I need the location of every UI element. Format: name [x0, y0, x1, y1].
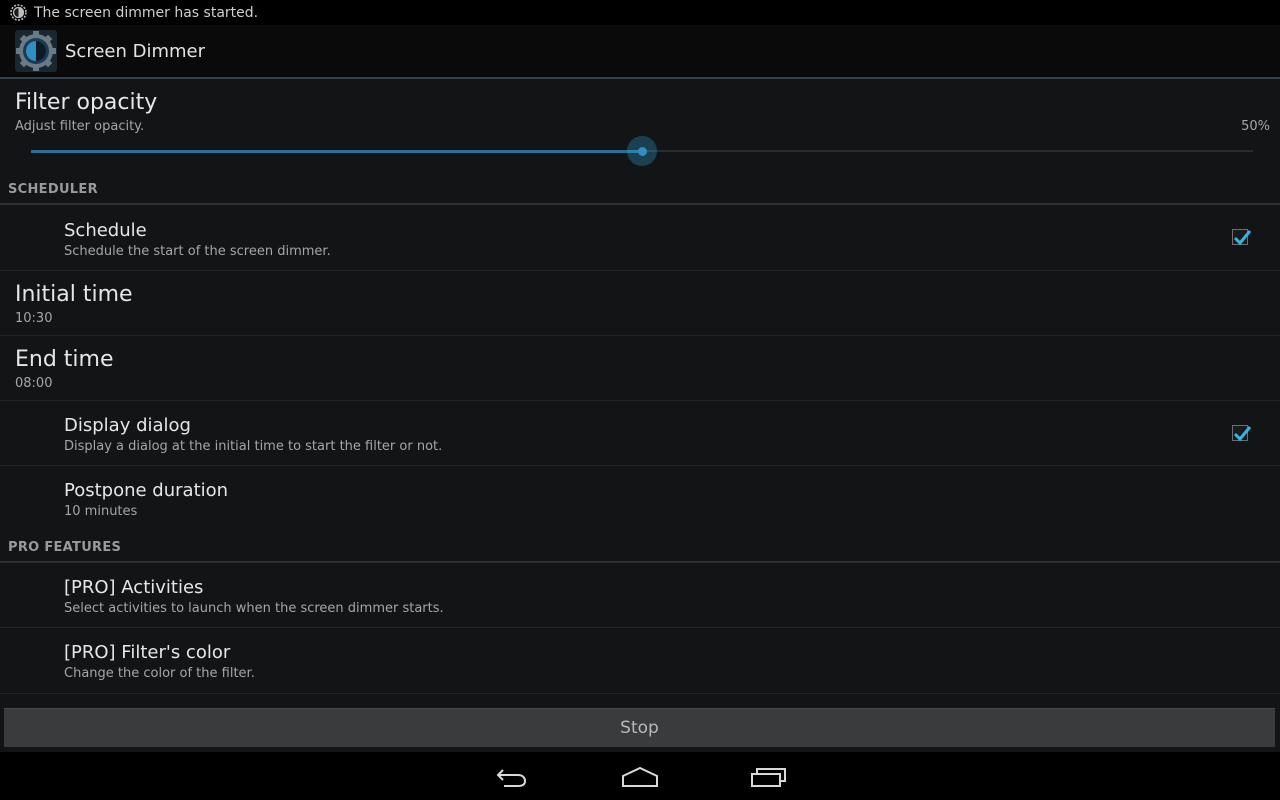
opacity-slider-thumb[interactable] — [627, 136, 657, 166]
pro-filter-color-preference[interactable]: [PRO] Filter's color Change the color of… — [0, 628, 1280, 694]
display-dialog-checkbox[interactable] — [1232, 425, 1252, 442]
action-bar: Screen Dimmer — [0, 25, 1280, 79]
scheduler-category-label: SCHEDULER — [8, 182, 98, 197]
stop-button-area: Stop — [0, 700, 1280, 752]
status-bar: The screen dimmer has started. — [0, 0, 1280, 25]
pro-filter-color-title: [PRO] Filter's color — [64, 642, 231, 663]
navigation-bar — [0, 752, 1280, 800]
postpone-duration-preference[interactable]: Postpone duration 10 minutes — [0, 466, 1280, 531]
pro-activities-summary: Select activities to launch when the scr… — [64, 601, 444, 616]
screen-dimmer-app-icon[interactable] — [15, 30, 57, 72]
scheduler-category-header: SCHEDULER — [0, 175, 1280, 205]
check-icon — [1233, 426, 1252, 442]
screen-dimmer-status-icon — [10, 4, 27, 21]
pro-activities-preference[interactable]: [PRO] Activities Select activities to la… — [0, 563, 1280, 628]
schedule-preference[interactable]: Schedule Schedule the start of the scree… — [0, 205, 1280, 271]
preferences-list: Filter opacity Adjust filter opacity. 50… — [0, 80, 1280, 700]
display-dialog-preference[interactable]: Display dialog Display a dialog at the i… — [0, 401, 1280, 466]
schedule-title: Schedule — [64, 220, 147, 241]
stop-button[interactable]: Stop — [4, 708, 1275, 747]
opacity-slider-thumb-core — [637, 146, 647, 156]
pro-activities-title: [PRO] Activities — [64, 577, 204, 598]
initial-time-title: Initial time — [15, 282, 133, 307]
filter-opacity-preference: Filter opacity Adjust filter opacity. 50… — [0, 80, 1280, 175]
pro-features-category-header: PRO FEATURES — [0, 531, 1280, 563]
display-dialog-summary: Display a dialog at the initial time to … — [64, 439, 443, 454]
screen: The screen dimmer has started. Screen Di… — [0, 0, 1280, 800]
app-title: Screen Dimmer — [65, 40, 206, 62]
opacity-slider-fill — [31, 149, 642, 153]
opacity-slider[interactable] — [31, 136, 1253, 166]
end-time-title: End time — [15, 347, 114, 372]
display-dialog-title: Display dialog — [64, 415, 191, 436]
filter-opacity-value: 50% — [1241, 119, 1270, 134]
initial-time-preference[interactable]: Initial time 10:30 — [0, 271, 1280, 336]
schedule-checkbox[interactable] — [1232, 229, 1252, 246]
filter-opacity-title: Filter opacity — [15, 90, 158, 115]
recents-icon[interactable] — [747, 760, 791, 794]
pro-features-category-label: PRO FEATURES — [8, 540, 122, 555]
home-icon[interactable] — [618, 760, 662, 794]
schedule-summary: Schedule the start of the screen dimmer. — [64, 244, 331, 259]
check-icon — [1233, 230, 1252, 246]
end-time-preference[interactable]: End time 08:00 — [0, 336, 1280, 401]
postpone-duration-title: Postpone duration — [64, 480, 229, 501]
initial-time-value: 10:30 — [15, 311, 53, 326]
back-icon[interactable] — [490, 760, 534, 794]
end-time-value: 08:00 — [15, 376, 53, 391]
filter-opacity-summary: Adjust filter opacity. — [15, 119, 145, 134]
pro-filter-color-summary: Change the color of the filter. — [64, 666, 255, 681]
status-notification-text: The screen dimmer has started. — [34, 4, 259, 21]
postpone-duration-summary: 10 minutes — [64, 504, 138, 519]
